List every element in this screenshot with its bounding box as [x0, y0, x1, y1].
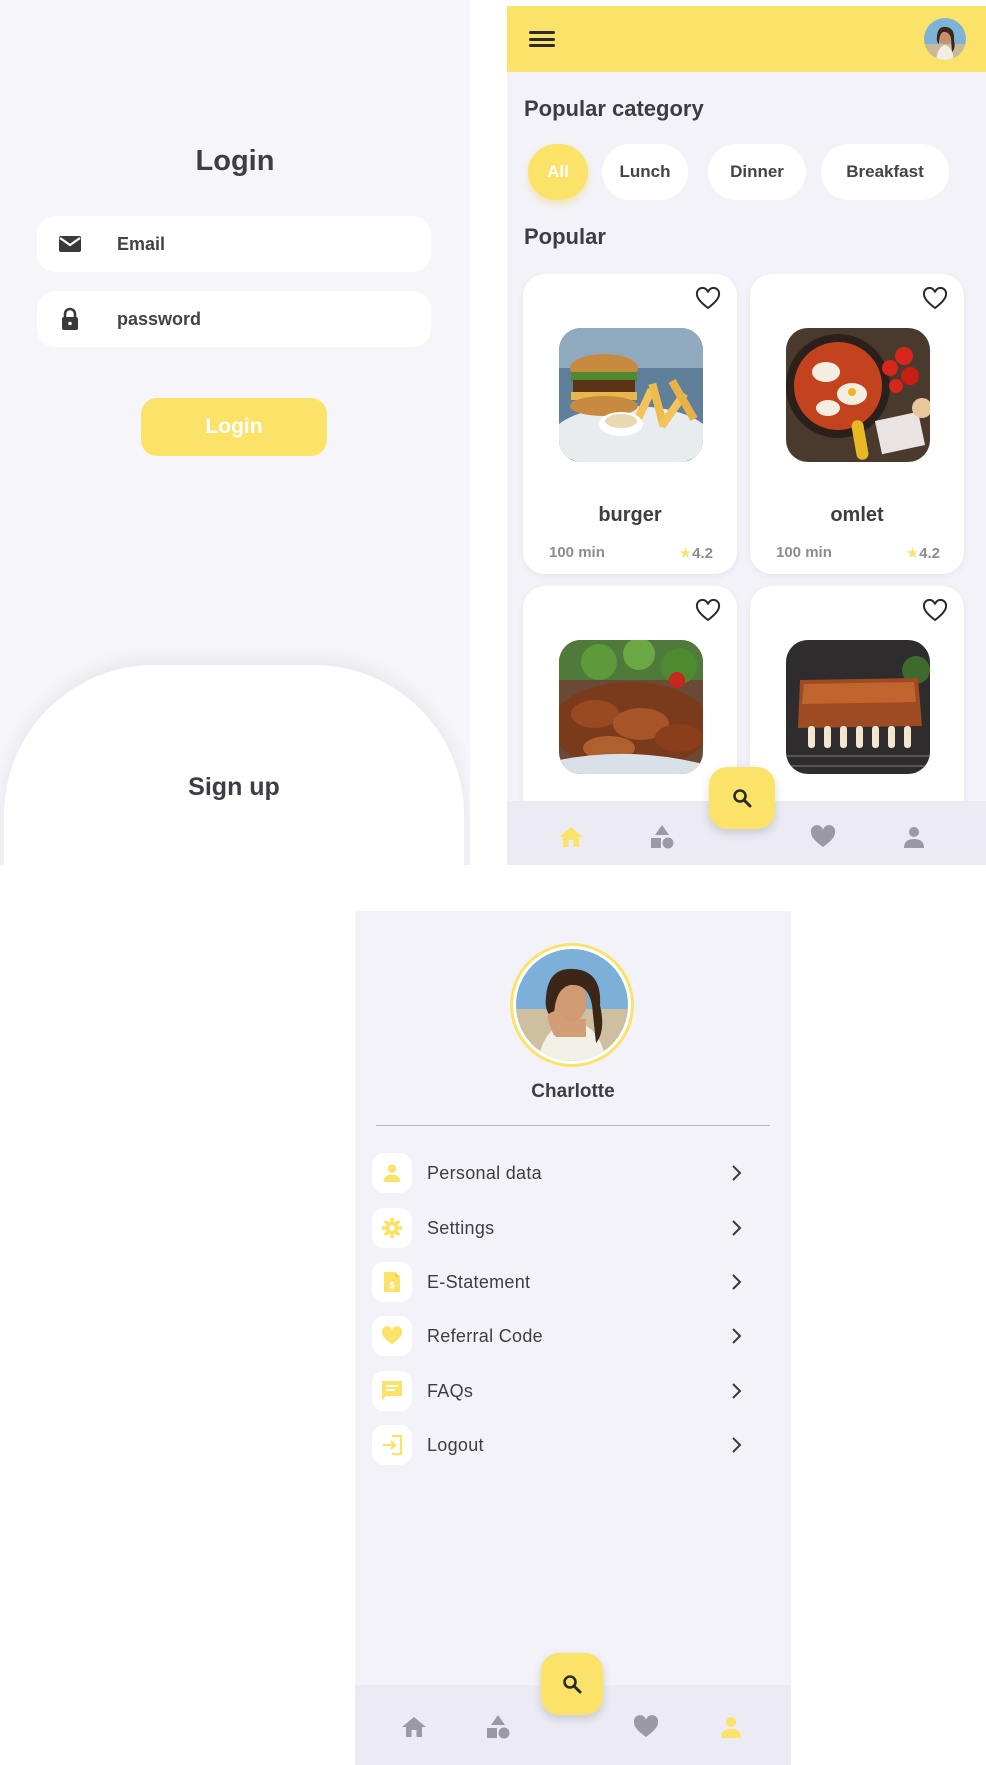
search-icon — [563, 1675, 582, 1694]
chicken-photo — [559, 640, 703, 774]
profile-name: Charlotte — [531, 1081, 615, 1102]
ribs-photo — [786, 640, 930, 774]
food-name: burger — [598, 504, 662, 526]
app-bar — [507, 6, 986, 72]
star-icon: ★ — [678, 545, 693, 562]
food-time: 100 min — [549, 544, 605, 561]
login-title: Login — [195, 145, 275, 177]
food-card[interactable]: burger 100 min ★4.2 — [523, 274, 737, 574]
food-rating: ★4.2 — [678, 545, 713, 562]
category-chip-breakfast[interactable]: Breakfast — [821, 144, 949, 200]
menu-item-referral-code[interactable]: Referral Code — [372, 1314, 772, 1358]
home-screen: Popular category All Lunch Dinner Breakf… — [507, 6, 986, 865]
category-chip-lunch[interactable]: Lunch — [602, 144, 688, 200]
document-icon: $ — [372, 1262, 412, 1302]
chevron-right-icon — [732, 1437, 742, 1453]
login-button[interactable]: Login — [141, 398, 327, 456]
chevron-right-icon — [732, 1328, 742, 1344]
star-icon: ★ — [905, 545, 920, 562]
home-icon[interactable] — [557, 823, 585, 851]
profile-screen: Charlotte Personal data Settings $ E-Sta… — [355, 911, 791, 1765]
mail-icon — [57, 231, 83, 257]
signup-label[interactable]: Sign up — [4, 773, 464, 802]
category-chip-dinner[interactable]: Dinner — [708, 144, 806, 200]
avatar[interactable] — [924, 18, 966, 60]
password-input[interactable] — [117, 308, 397, 330]
email-field[interactable] — [37, 216, 431, 272]
category-chip-all[interactable]: All — [528, 144, 588, 200]
search-button[interactable] — [709, 767, 775, 829]
chevron-right-icon — [732, 1274, 742, 1290]
person-icon[interactable] — [900, 823, 928, 851]
heart-outline-icon[interactable] — [922, 599, 948, 623]
svg-text:$: $ — [389, 1281, 395, 1291]
chevron-right-icon — [732, 1383, 742, 1399]
heart-outline-icon[interactable] — [695, 599, 721, 623]
heart-outline-icon[interactable] — [922, 287, 948, 311]
categories-icon[interactable] — [484, 1713, 512, 1741]
popular-category-title: Popular category — [524, 96, 704, 121]
menu-item-e-statement[interactable]: $ E-Statement — [372, 1260, 772, 1304]
chevron-right-icon — [732, 1165, 742, 1181]
heart-icon[interactable] — [632, 1713, 660, 1741]
search-icon — [733, 789, 752, 808]
burger-photo — [559, 328, 703, 462]
person-icon — [372, 1153, 412, 1193]
menu-icon[interactable] — [529, 28, 555, 50]
heart-icon — [372, 1316, 412, 1356]
food-time: 100 min — [776, 544, 832, 561]
search-button[interactable] — [541, 1653, 603, 1715]
food-card[interactable]: omlet 100 min ★4.2 — [750, 274, 964, 574]
signup-panel[interactable]: Sign up — [4, 665, 464, 865]
menu-item-logout[interactable]: Logout — [372, 1423, 772, 1467]
food-name: omlet — [830, 504, 884, 526]
omelet-photo — [786, 328, 930, 462]
avatar[interactable] — [510, 943, 634, 1067]
login-screen: Login Login Sign up — [0, 0, 470, 865]
popular-title: Popular — [524, 224, 606, 249]
divider — [376, 1125, 770, 1126]
password-field[interactable] — [37, 291, 431, 347]
categories-icon[interactable] — [648, 823, 676, 851]
chevron-right-icon — [732, 1220, 742, 1236]
logout-icon — [372, 1425, 412, 1465]
menu-item-faqs[interactable]: FAQs — [372, 1369, 772, 1413]
person-icon[interactable] — [717, 1713, 745, 1741]
heart-outline-icon[interactable] — [695, 287, 721, 311]
food-rating: ★4.2 — [905, 545, 940, 562]
menu-item-settings[interactable]: Settings — [372, 1206, 772, 1250]
heart-icon[interactable] — [809, 823, 837, 851]
lock-icon — [57, 306, 83, 332]
email-input[interactable] — [117, 233, 397, 255]
chat-icon — [372, 1371, 412, 1411]
home-icon[interactable] — [400, 1713, 428, 1741]
menu-item-personal-data[interactable]: Personal data — [372, 1151, 772, 1195]
gear-icon — [372, 1208, 412, 1248]
